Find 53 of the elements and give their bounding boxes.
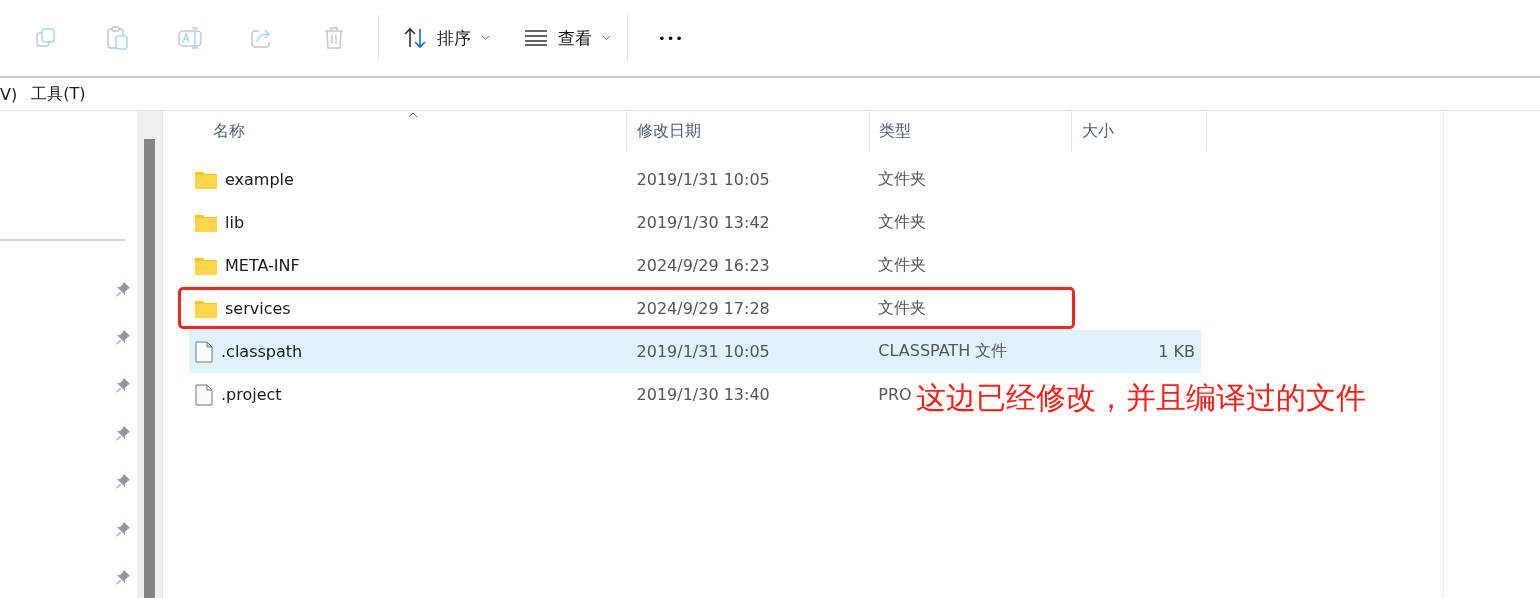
file-name: example xyxy=(225,170,294,189)
date-cell: 2024/9/29 16:23 xyxy=(636,256,770,275)
chevron-icon xyxy=(481,35,490,41)
file-name: .project xyxy=(221,385,282,404)
pin-icon[interactable] xyxy=(115,377,131,393)
type-cell: 文件夹 xyxy=(878,298,927,319)
clipboard-icon xyxy=(106,25,130,51)
date-cell: 2019/1/31 10:05 xyxy=(636,342,770,361)
more-button[interactable]: ••• xyxy=(650,18,692,58)
trash-icon xyxy=(322,25,346,51)
date-cell: 2019/1/31 10:05 xyxy=(636,170,770,189)
type-cell: CLASSPATH 文件 xyxy=(878,341,1008,362)
chevron-icon xyxy=(602,35,611,41)
pin-icon[interactable] xyxy=(115,425,131,441)
menu-item[interactable]: 工具(T) xyxy=(31,83,86,105)
type-cell: PRO xyxy=(878,385,912,404)
file-name: services xyxy=(225,299,291,318)
menu-item[interactable]: V) xyxy=(0,84,18,104)
sort-menu-button[interactable]: 排序 xyxy=(401,18,492,58)
annotation-text: 这边已经修改，并且编译过的文件 xyxy=(916,379,1366,417)
file-name: META-INF xyxy=(225,256,300,275)
folder-icon xyxy=(195,299,217,318)
sort-icon xyxy=(403,27,427,49)
type-cell: 文件夹 xyxy=(878,169,927,190)
type-cell: 文件夹 xyxy=(878,212,927,233)
file-icon xyxy=(195,383,213,406)
column-header[interactable]: 修改日期 xyxy=(627,111,870,151)
list-view-icon xyxy=(524,30,548,46)
pin-icon[interactable] xyxy=(115,569,131,585)
sort-caret-icon xyxy=(407,112,418,118)
file-name: lib xyxy=(225,213,245,232)
folder-icon xyxy=(195,170,217,189)
pin-icon[interactable] xyxy=(115,329,131,345)
type-cell: 文件夹 xyxy=(878,255,927,276)
rename-icon xyxy=(177,26,203,50)
column-header[interactable]: 大小 xyxy=(1072,111,1207,151)
view-menu-button[interactable]: 查看 xyxy=(522,18,613,58)
date-cell: 2019/1/30 13:42 xyxy=(636,213,770,232)
size-cell: 1 KB xyxy=(1158,342,1195,361)
copy-icon xyxy=(34,26,58,50)
scrollbar-thumb[interactable] xyxy=(144,139,155,598)
selected-file-row[interactable]: .classpath 2019/1/31 10:05 CLASSPATH 文件 1 KB xyxy=(189,330,1201,373)
file-name: .classpath xyxy=(221,342,303,361)
pin-icon[interactable] xyxy=(115,521,131,537)
column-header[interactable]: 类型 xyxy=(870,111,1072,151)
date-cell: 2019/1/30 13:40 xyxy=(636,385,770,404)
file-icon xyxy=(195,340,213,363)
pin-icon[interactable] xyxy=(115,281,131,297)
column-header[interactable]: 名称 xyxy=(189,111,627,151)
folder-icon xyxy=(195,256,217,275)
date-cell: 2024/9/29 17:28 xyxy=(636,299,770,318)
folder-icon xyxy=(195,213,217,232)
pin-icon[interactable] xyxy=(115,473,131,489)
